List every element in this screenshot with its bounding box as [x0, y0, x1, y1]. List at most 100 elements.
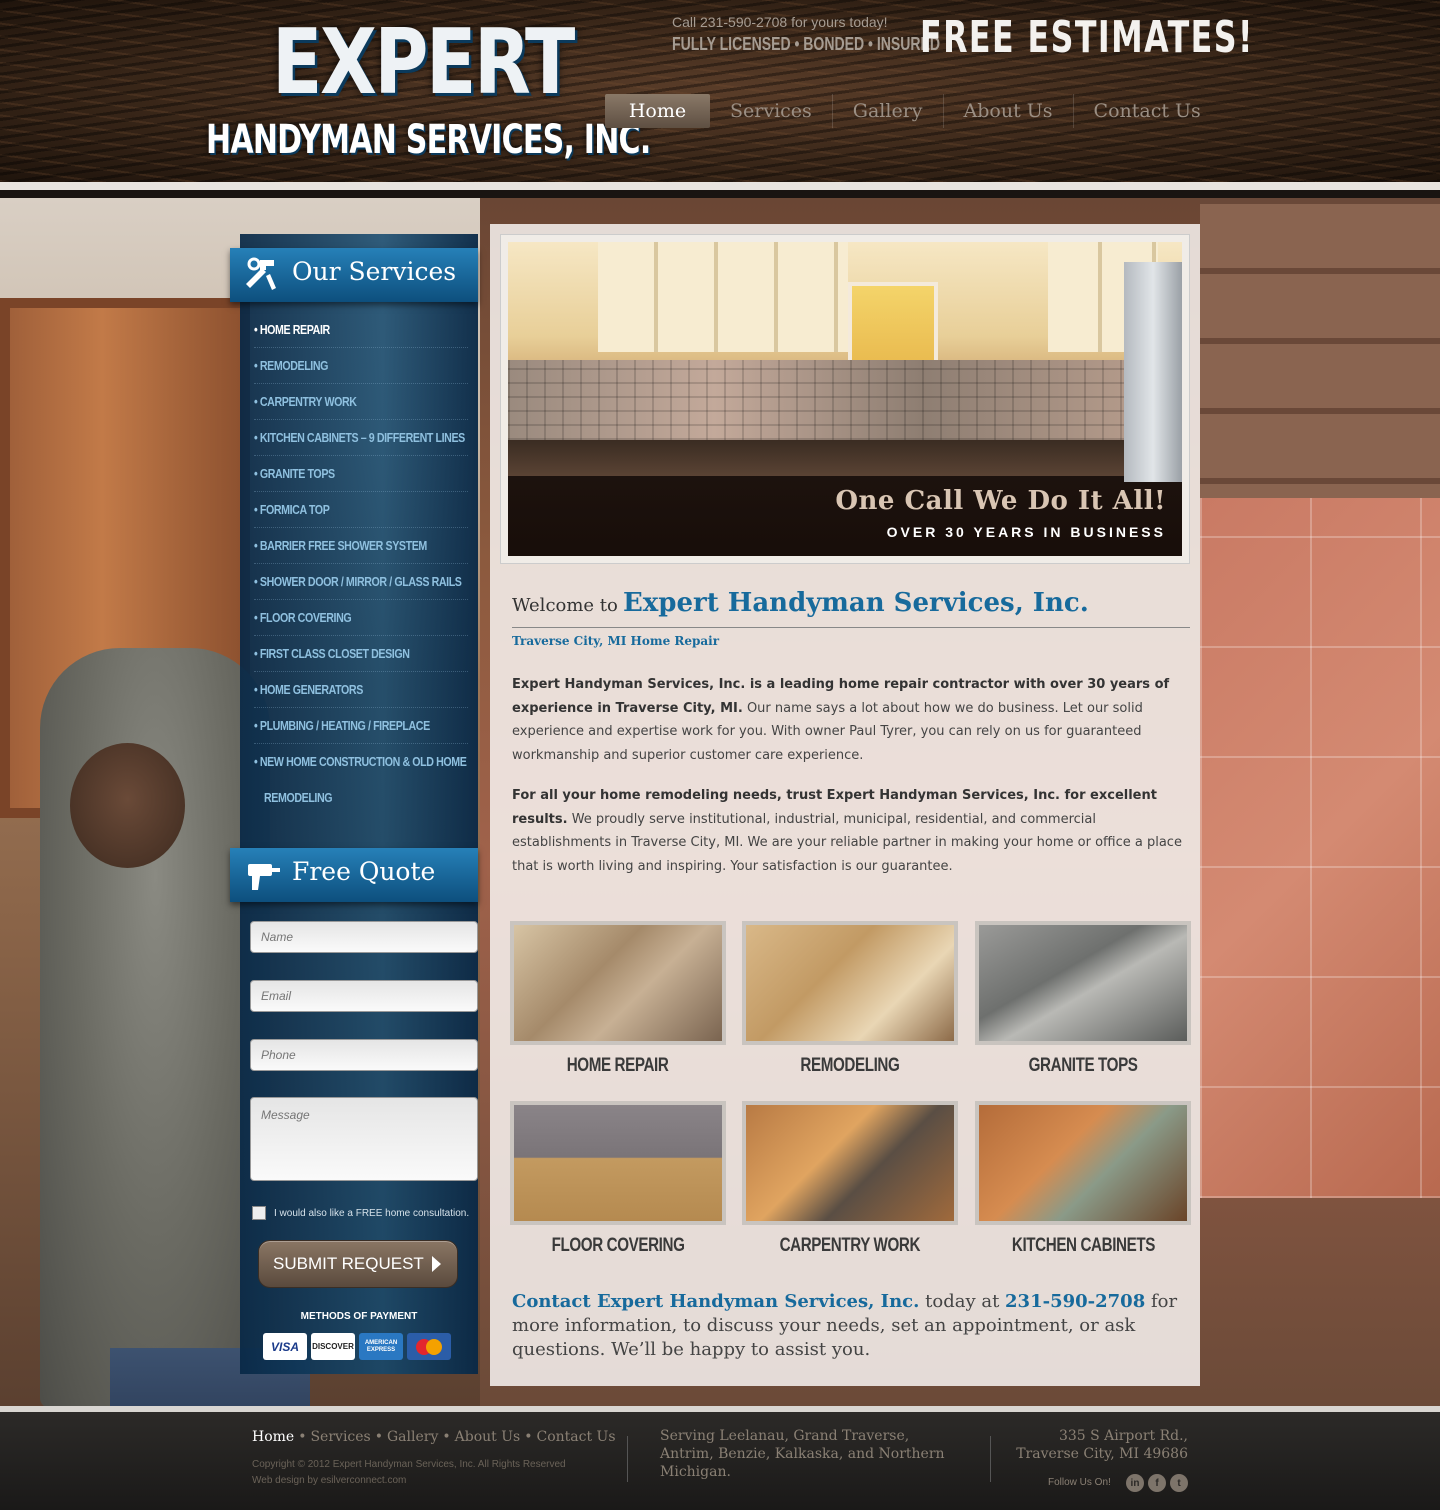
- service-label: • NEW HOME CONSTRUCTION & OLD HOME: [254, 754, 467, 769]
- service-item[interactable]: • FIRST CLASS CLOSET DESIGN: [254, 636, 468, 672]
- granite-tops-label[interactable]: GRANITE TOPS: [975, 1055, 1191, 1077]
- service-label: • HOME REPAIR: [254, 322, 330, 337]
- remodel-paragraph: For all your home remodeling needs, trus…: [512, 784, 1182, 878]
- kitchen-cabinets-label[interactable]: KITCHEN CABINETS: [975, 1235, 1191, 1257]
- service-label: • PLUMBING / HEATING / FIREPLACE: [254, 718, 430, 733]
- banner-subtitle: OVER 30 YEARS IN BUSINESS: [886, 524, 1166, 540]
- consultation-label: I would also like a FREE home consultati…: [274, 1207, 470, 1219]
- remodeling-thumbnail[interactable]: [742, 921, 958, 1045]
- carpentry-work-thumbnail[interactable]: [742, 1101, 958, 1225]
- call-line: Call 231-590-2708 for yours today!: [672, 14, 888, 30]
- footer-serving-areas: Serving Leelanau, Grand Traverse, Antrim…: [660, 1428, 945, 1480]
- service-label: • GRANITE TOPS: [254, 466, 335, 481]
- welcome-prefix: Welcome to: [512, 595, 618, 616]
- email-field[interactable]: [250, 980, 478, 1012]
- follow-us-label: Follow Us On!: [1048, 1477, 1111, 1488]
- address-line-1: 335 S Airport Rd.,: [1058, 1428, 1188, 1444]
- nav-home[interactable]: Home: [605, 94, 710, 128]
- service-label: • FORMICA TOP: [254, 502, 330, 517]
- address-line-2: Traverse City, MI 49686: [1016, 1446, 1188, 1462]
- remodeling-label[interactable]: REMODELING: [742, 1055, 958, 1077]
- main-nav: Home Services Gallery About Us Contact U…: [605, 94, 1221, 128]
- granite-tops-thumbnail[interactable]: [975, 921, 1191, 1045]
- home-repair-thumbnail[interactable]: [510, 921, 726, 1045]
- mastercard-card-icon: [407, 1333, 451, 1360]
- facebook-icon[interactable]: f: [1148, 1474, 1166, 1492]
- home-repair-label[interactable]: HOME REPAIR: [510, 1055, 726, 1077]
- tile-text: KITCHEN CABINETS: [1011, 1235, 1155, 1256]
- phone-field[interactable]: [250, 1039, 478, 1071]
- footer-separator: •: [442, 1429, 451, 1445]
- welcome-heading: Welcome to Expert Handyman Services, Inc…: [512, 588, 1089, 618]
- banner-fridge: [1124, 262, 1182, 482]
- footer-nav: Home • Services • Gallery • About Us • Contact U…: [252, 1429, 616, 1445]
- design-credit[interactable]: Web design by esilverconnect.com: [252, 1473, 566, 1489]
- message-field[interactable]: [250, 1097, 478, 1181]
- service-item[interactable]: • CARPENTRY WORK: [254, 384, 468, 420]
- submit-request-button[interactable]: SUBMIT REQUEST: [258, 1240, 458, 1288]
- footer-nav-home[interactable]: Home: [252, 1429, 294, 1445]
- service-item[interactable]: • KITCHEN CABINETS – 9 DIFFERENT LINES: [254, 420, 468, 456]
- tile-text: HOME REPAIR: [567, 1055, 669, 1076]
- twitter-icon[interactable]: t: [1170, 1474, 1188, 1492]
- footer-address: 335 S Airport Rd., Traverse City, MI 496…: [1016, 1427, 1188, 1463]
- arrow-right-icon: [432, 1256, 441, 1272]
- mastercard-yellow-circle: [426, 1338, 442, 1355]
- service-item[interactable]: • FORMICA TOP: [254, 492, 468, 528]
- service-item[interactable]: • PLUMBING / HEATING / FIREPLACE: [254, 708, 468, 744]
- kitchen-cabinets-thumbnail[interactable]: [975, 1101, 1191, 1225]
- hero-tiles: [1200, 498, 1440, 1198]
- floor-covering-label[interactable]: FLOOR COVERING: [510, 1235, 726, 1257]
- footer-nav-services[interactable]: Services: [310, 1429, 370, 1445]
- services-list: • HOME REPAIR • REMODELING • CARPENTRY W…: [254, 312, 468, 816]
- logo-subtitle[interactable]: HANDYMAN SERVICES, INC.: [206, 116, 651, 164]
- licensed-line: FULLY LICENSED • BONDED • INSURED: [672, 34, 941, 54]
- consultation-option: I would also like a FREE home consultati…: [252, 1206, 469, 1220]
- tile-text: FLOOR COVERING: [551, 1235, 685, 1256]
- linkedin-icon[interactable]: in: [1126, 1474, 1144, 1492]
- service-label: • KITCHEN CABINETS – 9 DIFFERENT LINES: [254, 430, 465, 445]
- footer-divider: [990, 1436, 991, 1482]
- floor-covering-thumbnail[interactable]: [510, 1101, 726, 1225]
- footer-nav-contact-us[interactable]: Contact Us: [536, 1429, 615, 1445]
- service-label: • FIRST CLASS CLOSET DESIGN: [254, 646, 410, 661]
- service-item[interactable]: • HOME GENERATORS: [254, 672, 468, 708]
- footer-separator: •: [524, 1429, 533, 1445]
- remodel-text: We proudly serve institutional, industri…: [512, 811, 1182, 874]
- footer-nav-about-us[interactable]: About Us: [455, 1429, 521, 1445]
- name-field[interactable]: [250, 921, 478, 953]
- footer-nav-gallery[interactable]: Gallery: [387, 1429, 438, 1445]
- contact-company: Contact Expert Handyman Services, Inc.: [512, 1291, 920, 1312]
- nav-contact-us[interactable]: Contact Us: [1074, 94, 1221, 128]
- tile-text: CARPENTRY WORK: [779, 1235, 921, 1256]
- service-label: • CARPENTRY WORK: [254, 394, 357, 409]
- service-item[interactable]: • HOME REPAIR: [254, 312, 468, 348]
- service-item[interactable]: • SHOWER DOOR / MIRROR / GLASS RAILS: [254, 564, 468, 600]
- footer-copyright: Copyright © 2012 Expert Handyman Service…: [252, 1457, 566, 1489]
- welcome-divider: [512, 627, 1190, 628]
- service-label: REMODELING: [264, 790, 333, 805]
- amex-card-icon: AMERICAN EXPRESS: [359, 1333, 403, 1360]
- service-item[interactable]: • FLOOR COVERING: [254, 600, 468, 636]
- banner-backsplash: [508, 360, 1128, 440]
- quote-header: Free Quote: [230, 848, 478, 902]
- footer-divider: [627, 1436, 628, 1482]
- nav-services[interactable]: Services: [710, 94, 833, 128]
- carpentry-work-label[interactable]: CARPENTRY WORK: [742, 1235, 958, 1257]
- service-item[interactable]: • NEW HOME CONSTRUCTION & OLD HOME: [254, 744, 468, 780]
- nav-gallery[interactable]: Gallery: [833, 94, 944, 128]
- consultation-checkbox[interactable]: [252, 1206, 266, 1220]
- welcome-company-name: Expert Handyman Services, Inc.: [622, 588, 1089, 618]
- service-label: • BARRIER FREE SHOWER SYSTEM: [254, 538, 427, 553]
- intro-paragraph: Expert Handyman Services, Inc. is a lead…: [512, 673, 1182, 767]
- nav-about-us[interactable]: About Us: [944, 94, 1074, 128]
- service-item[interactable]: • GRANITE TOPS: [254, 456, 468, 492]
- contact-phone[interactable]: 231-590-2708: [1005, 1291, 1145, 1312]
- service-item[interactable]: • REMODELING: [254, 348, 468, 384]
- service-item-continued[interactable]: REMODELING: [254, 780, 468, 816]
- footer-separator: •: [374, 1429, 383, 1445]
- tile-text: REMODELING: [800, 1055, 900, 1076]
- logo-expert[interactable]: EXPERT: [272, 18, 575, 108]
- service-item[interactable]: • BARRIER FREE SHOWER SYSTEM: [254, 528, 468, 564]
- service-label: • REMODELING: [254, 358, 329, 373]
